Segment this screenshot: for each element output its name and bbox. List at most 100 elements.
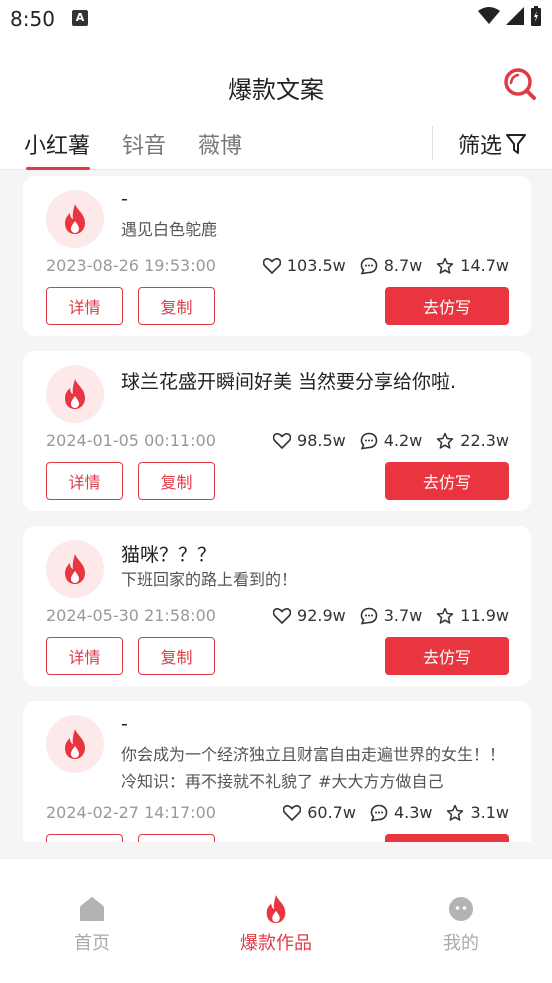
favorites-count: 3.1w: [470, 803, 509, 822]
star-icon: [437, 607, 454, 624]
flame-icon: [65, 554, 85, 584]
status-bar: 8:50 A: [0, 0, 552, 40]
filter-icon: [506, 134, 527, 154]
card-date: 2024-02-27 14:17:00: [46, 803, 216, 822]
avatar: [46, 190, 104, 248]
imitate-button[interactable]: 去仿写: [385, 462, 509, 500]
header: 爆款文案 小红薯 钭音 薇博 筛选: [0, 40, 552, 170]
content-list[interactable]: - 遇见白色鸵鹿 2023-08-26 19:53:00 103.5w 8.7w…: [0, 170, 552, 842]
card-title: 猫咪？？？: [121, 544, 217, 566]
detail-button[interactable]: 详情: [46, 637, 123, 675]
list-item: 球兰花盛开瞬间好美 当然要分享给你啦. 2024-01-05 00:11:00 …: [23, 351, 531, 511]
flame-icon: [65, 729, 85, 759]
app-notification-icon: A: [72, 10, 88, 26]
favorites-stat: 22.3w: [436, 431, 509, 450]
favorites-stat: 14.7w: [436, 256, 509, 275]
tabs-divider: [432, 126, 433, 160]
favorites-count: 22.3w: [460, 431, 509, 450]
comments-count: 4.3w: [393, 803, 433, 822]
imitate-button[interactable]: 去仿写: [385, 287, 509, 325]
filter-button[interactable]: 筛选: [458, 128, 527, 160]
card-desc: 你会成为一个经济独立且财富自由走遍世界的女生！！ 冷知识：再不接就不礼貌了 #大…: [121, 745, 506, 791]
card-title: 球兰花盛开瞬间好美 当然要分享给你啦.: [121, 371, 457, 393]
likes-stat: 92.9w: [273, 606, 346, 625]
comments-count: 3.7w: [383, 606, 423, 625]
card-stats: 98.5w 4.2w 22.3w: [273, 431, 509, 450]
likes-stat: 103.5w: [262, 256, 346, 275]
nav-hot-works-label: 爆款作品: [240, 933, 312, 954]
flame-icon: [266, 895, 286, 923]
list-item: - 遇见白色鸵鹿 2023-08-26 19:53:00 103.5w 8.7w…: [23, 176, 531, 336]
search-icon[interactable]: [502, 66, 538, 102]
favorites-stat: 3.1w: [446, 803, 509, 822]
star-icon: [447, 804, 464, 821]
tab-weibo[interactable]: 薇博: [198, 128, 242, 160]
nav-home-label: 首页: [74, 933, 110, 954]
star-icon: [437, 432, 454, 449]
card-desc: 下班回家的路上看到的！: [121, 570, 298, 589]
comments-stat: 8.7w: [360, 256, 423, 275]
copy-button[interactable]: 复制: [138, 287, 215, 325]
flame-icon: [65, 204, 85, 234]
detail-button[interactable]: 详情: [46, 462, 123, 500]
flame-icon: [65, 379, 85, 409]
favorites-count: 14.7w: [460, 256, 509, 275]
nav-hot-works[interactable]: 爆款作品: [216, 895, 336, 955]
card-date: 2024-05-30 21:58:00: [46, 606, 216, 625]
avatar: [46, 540, 104, 598]
heart-icon: [283, 804, 302, 821]
nav-profile[interactable]: 我的: [401, 895, 521, 955]
signal-icon: [506, 7, 524, 25]
likes-stat: 98.5w: [273, 431, 346, 450]
likes-count: 98.5w: [297, 431, 346, 450]
card-title: -: [121, 713, 128, 735]
system-icons: [478, 6, 542, 26]
likes-stat: 60.7w: [283, 803, 356, 822]
bottom-nav: 首页 爆款作品 我的: [0, 858, 552, 983]
star-icon: [437, 257, 454, 274]
card-date: 2024-01-05 00:11:00: [46, 431, 216, 450]
comments-stat: 4.2w: [360, 431, 422, 450]
imitate-button[interactable]: 去仿写: [385, 637, 509, 675]
comments-stat: 4.3w: [370, 803, 433, 822]
card-desc: 遇见白色鸵鹿: [121, 220, 218, 239]
favorites-count: 11.9w: [460, 606, 509, 625]
list-item: 猫咪？？？ 下班回家的路上看到的！ 2024-05-30 21:58:00 92…: [23, 526, 531, 686]
home-icon: [80, 897, 104, 921]
page-title: 爆款文案: [228, 76, 324, 104]
imitate-button[interactable]: 去仿写: [385, 834, 509, 842]
likes-count: 103.5w: [286, 256, 346, 275]
comment-icon: [370, 804, 388, 821]
nav-home[interactable]: 首页: [32, 895, 152, 955]
heart-icon: [273, 432, 292, 449]
copy-button[interactable]: 复制: [138, 637, 215, 675]
detail-button[interactable]: 详情: [46, 287, 123, 325]
comments-stat: 3.7w: [360, 606, 423, 625]
avatar: [46, 365, 104, 423]
copy-button[interactable]: 复制: [138, 834, 215, 842]
comment-icon: [360, 257, 378, 274]
heart-icon: [262, 257, 281, 274]
comment-icon: [360, 607, 378, 624]
detail-button[interactable]: 详情: [46, 834, 123, 842]
profile-icon: [449, 897, 473, 921]
tab-xiaohongshu[interactable]: 小红薯: [24, 128, 91, 170]
filter-label: 筛选: [458, 134, 503, 159]
list-item: - 你会成为一个经济独立且财富自由走遍世界的女生！！ 冷知识：再不接就不礼貌了 …: [23, 701, 531, 842]
card-stats: 103.5w 8.7w 14.7w: [262, 256, 509, 275]
heart-icon: [273, 607, 292, 624]
nav-profile-label: 我的: [443, 933, 479, 954]
copy-button[interactable]: 复制: [138, 462, 215, 500]
card-title: -: [121, 188, 128, 210]
card-stats: 92.9w 3.7w 11.9w: [273, 606, 509, 625]
wifi-icon: [478, 7, 500, 24]
likes-count: 92.9w: [297, 606, 346, 625]
card-stats: 60.7w 4.3w 3.1w: [283, 803, 509, 822]
tab-douyin[interactable]: 钭音: [122, 128, 166, 160]
comments-count: 8.7w: [383, 256, 423, 275]
platform-tabs: 小红薯 钭音 薇博: [24, 128, 242, 170]
avatar: [46, 715, 104, 773]
likes-count: 60.7w: [307, 803, 356, 822]
card-date: 2023-08-26 19:53:00: [46, 256, 216, 275]
status-time: 8:50: [10, 7, 55, 31]
